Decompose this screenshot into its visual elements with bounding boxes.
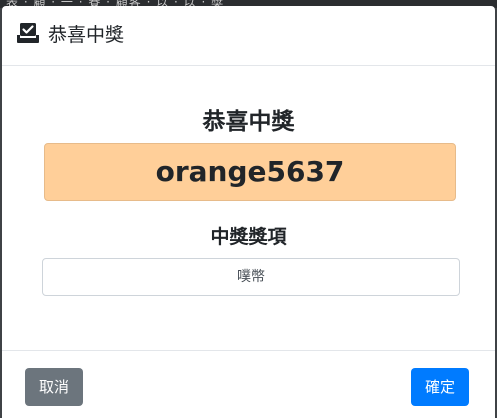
winner-name: orange5637: [44, 143, 456, 201]
congrats-heading: 恭喜中獎: [202, 109, 295, 135]
prize-field[interactable]: 噗幣: [42, 258, 460, 296]
prize-label: 中獎獎項: [210, 226, 287, 248]
modal-header: 恭喜中獎: [2, 6, 495, 66]
modal-footer: 取消 確定: [2, 350, 495, 418]
modal-title: 恭喜中獎: [48, 24, 125, 46]
winner-modal: 恭喜中獎 恭喜中獎 orange5637 中獎獎項 噗幣 取消 確定: [2, 6, 495, 418]
modal-body: 恭喜中獎 orange5637 中獎獎項 噗幣: [2, 67, 495, 350]
cancel-button[interactable]: 取消: [25, 368, 83, 406]
confirm-button[interactable]: 確定: [411, 368, 469, 406]
checkbox-tray-icon: [17, 23, 39, 43]
